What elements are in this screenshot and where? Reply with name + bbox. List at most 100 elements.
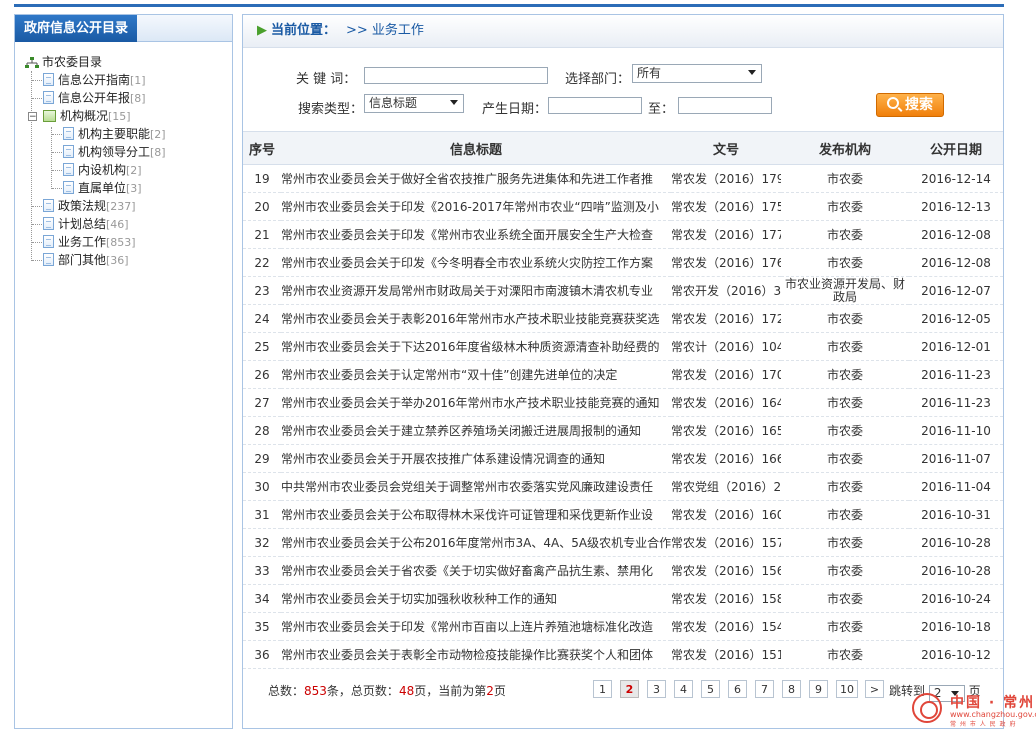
table-row[interactable]: 33 常州市农业委员会关于省农委《关于切实做好畜禽产品抗生素、禁用化 常农发（201… bbox=[243, 556, 1003, 585]
table-row[interactable]: 28 常州市农业委员会关于建立禁养区养殖场关闭搬迁进展周报制的通知 常农发（2016… bbox=[243, 416, 1003, 445]
tree-line bbox=[31, 71, 32, 261]
table-row[interactable]: 21 常州市农业委员会关于印发《常州市农业系统全面开展安全生产大检查 常农发（201… bbox=[243, 220, 1003, 249]
row-date: 2016-10-31 bbox=[909, 500, 1003, 529]
sidebar-item-label: 信息公开年报 bbox=[58, 91, 131, 105]
page-button[interactable]: 9 bbox=[809, 680, 828, 698]
table-row[interactable]: 36 常州市农业委员会关于表彰全市动物检疫技能操作比赛获奖个人和团体 常农发（201… bbox=[243, 640, 1003, 669]
row-publisher: 市农委 bbox=[781, 304, 909, 333]
search-button[interactable]: 搜索 bbox=[876, 93, 944, 117]
keyword-label: 关 键 词： bbox=[296, 72, 357, 87]
table-row[interactable]: 32 常州市农业委员会关于公布2016年度常州市3A、4A、5A级农机专业合作 常农… bbox=[243, 528, 1003, 557]
page-button[interactable]: 4 bbox=[674, 680, 693, 698]
sidebar-item-count: [3] bbox=[126, 182, 142, 195]
row-doc-number: 常农发（2016）164号 bbox=[671, 388, 781, 417]
row-title-link[interactable]: 常州市农业委员会关于下达2016年度省级林木种质资源清查补助经费的 bbox=[281, 332, 671, 361]
sidebar-item-policies[interactable]: 政策法规[237] bbox=[43, 197, 136, 215]
table-row[interactable]: 19 常州市农业委员会关于做好全省农技推广服务先进集体和先进工作者推 常农发（201… bbox=[243, 164, 1003, 193]
type-select[interactable]: 信息标题 bbox=[364, 94, 464, 113]
table-row[interactable]: 25 常州市农业委员会关于下达2016年度省级林木种质资源清查补助经费的 常农计（2… bbox=[243, 332, 1003, 361]
row-title-link[interactable]: 常州市农业委员会关于表彰2016年常州市水产技术职业技能竞赛获奖选 bbox=[281, 304, 671, 333]
table-row[interactable]: 35 常州市农业委员会关于印发《常州市百亩以上连片养殖池塘标准化改造 常农发（201… bbox=[243, 612, 1003, 641]
row-title-link[interactable]: 中共常州市农业委员会党组关于调整常州市农委落实党风廉政建设责任 bbox=[281, 472, 671, 501]
search-form: 关 键 词： 选择部门： 所有 搜索类型： 信息标题 产生日期： 至： 搜索 bbox=[243, 48, 1003, 130]
row-doc-number: 常农党组（2016）27号 bbox=[671, 472, 781, 501]
sidebar-item-business[interactable]: 业务工作[853] bbox=[43, 233, 136, 251]
page-button[interactable]: 3 bbox=[647, 680, 666, 698]
org-tree-icon bbox=[25, 56, 39, 68]
row-date: 2016-10-28 bbox=[909, 528, 1003, 557]
sidebar-item-count: [15] bbox=[108, 110, 131, 123]
sidebar-title: 政府信息公开目录 bbox=[15, 15, 137, 42]
table-row[interactable]: 27 常州市农业委员会关于举办2016年常州市水产技术职业技能竞赛的通知 常农发（2… bbox=[243, 388, 1003, 417]
tree-branch bbox=[52, 188, 62, 189]
table-row[interactable]: 29 常州市农业委员会关于开展农技推广体系建设情况调查的通知 常农发（2016）16… bbox=[243, 444, 1003, 473]
sidebar-item-internal[interactable]: 内设机构[2] bbox=[63, 161, 142, 179]
sidebar-item-plans[interactable]: 计划总结[46] bbox=[43, 215, 129, 233]
tree-root[interactable]: 市农委目录 bbox=[25, 53, 102, 71]
row-title-link[interactable]: 常州市农业委员会关于印发《2016-2017年常州市农业“四啃”监测及小 bbox=[281, 192, 671, 221]
table-row[interactable]: 34常州市农业委员会关于切实加强秋收秋种工作的通知常农发（2016）158号市农… bbox=[243, 584, 1003, 613]
breadcrumb-current[interactable]: 业务工作 bbox=[372, 23, 424, 38]
row-doc-number: 常农开发（2016）31号 bbox=[671, 276, 781, 305]
row-title-link[interactable]: 常州市农业委员会关于开展农技推广体系建设情况调查的通知 bbox=[281, 444, 671, 473]
header-no: 序号 bbox=[243, 131, 281, 165]
row-title-link[interactable]: 常州市农业委员会关于公布2016年度常州市3A、4A、5A级农机专业合作 bbox=[281, 528, 671, 557]
sidebar-item-annual-report[interactable]: 信息公开年报[8] bbox=[43, 89, 146, 107]
sidebar-item-other[interactable]: 部门其他[36] bbox=[43, 251, 129, 269]
collapse-toggle[interactable]: − bbox=[28, 112, 37, 122]
folder-open-icon bbox=[43, 109, 56, 122]
end-date-input[interactable] bbox=[678, 97, 772, 114]
row-date: 2016-11-23 bbox=[909, 388, 1003, 417]
page-button[interactable]: 5 bbox=[701, 680, 720, 698]
table-row[interactable]: 31 常州市农业委员会关于公布取得林木采伐许可证管理和采伐更新作业设 常农发（201… bbox=[243, 500, 1003, 529]
row-number: 27 bbox=[243, 388, 281, 417]
row-publisher: 市农委 bbox=[781, 444, 909, 473]
sidebar-item-guide[interactable]: 信息公开指南[1] bbox=[43, 71, 146, 89]
keyword-input[interactable] bbox=[364, 67, 548, 84]
table-row[interactable]: 24 常州市农业委员会关于表彰2016年常州市水产技术职业技能竞赛获奖选 常农发（2… bbox=[243, 304, 1003, 333]
sidebar-item-count: [1] bbox=[130, 74, 146, 87]
row-title-link[interactable]: 常州市农业委员会关于印发《常州市百亩以上连片养殖池塘标准化改造 bbox=[281, 612, 671, 641]
row-date: 2016-12-08 bbox=[909, 220, 1003, 249]
table-row[interactable]: 23 常州市农业资源开发局常州市财政局关于对溧阳市南渡镇木清农机专业 常农开发（20… bbox=[243, 276, 1003, 305]
page-button[interactable]: 2 bbox=[620, 680, 639, 698]
row-publisher: 市农委 bbox=[781, 332, 909, 361]
page-button[interactable]: 10 bbox=[836, 680, 858, 698]
table-row[interactable]: 30 中共常州市农业委员会党组关于调整常州市农委落实党风廉政建设责任 常农党组（20… bbox=[243, 472, 1003, 501]
page-button[interactable]: 8 bbox=[782, 680, 801, 698]
row-title-link[interactable]: 常州市农业委员会关于做好全省农技推广服务先进集体和先进工作者推 bbox=[281, 164, 671, 193]
total-pages: 48 bbox=[398, 684, 415, 698]
start-date-input[interactable] bbox=[548, 97, 642, 114]
row-date: 2016-12-08 bbox=[909, 248, 1003, 277]
sidebar-item-affiliates[interactable]: 直属单位[3] bbox=[63, 179, 142, 197]
row-title-link[interactable]: 常州市农业委员会关于印发《今冬明春全市农业系统火灾防控工作方案 bbox=[281, 248, 671, 277]
document-icon bbox=[63, 127, 74, 140]
sidebar-header: 政府信息公开目录 bbox=[15, 15, 232, 42]
row-title-link[interactable]: 常州市农业委员会关于省农委《关于切实做好畜禽产品抗生素、禁用化 bbox=[281, 556, 671, 585]
row-title-link[interactable]: 常州市农业委员会关于公布取得林木采伐许可证管理和采伐更新作业设 bbox=[281, 500, 671, 529]
page-button[interactable]: 1 bbox=[593, 680, 612, 698]
sidebar-item-functions[interactable]: 机构主要职能[2] bbox=[63, 125, 166, 143]
row-title-link[interactable]: 常州市农业委员会关于建立禁养区养殖场关闭搬迁进展周报制的通知 bbox=[281, 416, 671, 445]
row-title-link[interactable]: 常州市农业委员会关于切实加强秋收秋种工作的通知 bbox=[281, 584, 671, 613]
table-row[interactable]: 26 常州市农业委员会关于认定常州市“双十佳”创建先进单位的决定 常农发（2016）… bbox=[243, 360, 1003, 389]
row-title-link[interactable]: 常州市农业委员会关于认定常州市“双十佳”创建先进单位的决定 bbox=[281, 360, 671, 389]
header-publisher: 发布机构 bbox=[781, 131, 909, 165]
row-title-link[interactable]: 常州市农业委员会关于印发《常州市农业系统全面开展安全生产大检查 bbox=[281, 220, 671, 249]
row-title-link[interactable]: 常州市农业委员会关于表彰全市动物检疫技能操作比赛获奖个人和团体 bbox=[281, 640, 671, 669]
row-title-link[interactable]: 常州市农业委员会关于举办2016年常州市水产技术职业技能竞赛的通知 bbox=[281, 388, 671, 417]
page-button[interactable]: 6 bbox=[728, 680, 747, 698]
tree-root-label: 市农委目录 bbox=[42, 55, 103, 69]
sidebar-item-leadership[interactable]: 机构领导分工[8] bbox=[63, 143, 166, 161]
table-row[interactable]: 22 常州市农业委员会关于印发《今冬明春全市农业系统火灾防控工作方案 常农发（201… bbox=[243, 248, 1003, 277]
dept-select[interactable]: 所有 bbox=[632, 64, 762, 83]
row-title-link[interactable]: 常州市农业资源开发局常州市财政局关于对溧阳市南渡镇木清农机专业 bbox=[281, 276, 671, 305]
page-button[interactable]: 7 bbox=[755, 680, 774, 698]
chevron-down-icon bbox=[450, 100, 458, 105]
row-publisher: 市农委 bbox=[781, 612, 909, 641]
next-page-button[interactable]: > bbox=[865, 680, 884, 698]
row-publisher: 市农业资源开发局、财政局 bbox=[781, 276, 909, 305]
sidebar-item-overview[interactable]: 机构概况[15] bbox=[43, 107, 131, 125]
current-label: 页，当前为第 bbox=[414, 684, 487, 698]
table-row[interactable]: 20 常州市农业委员会关于印发《2016-2017年常州市农业“四啃”监测及小 常农… bbox=[243, 192, 1003, 221]
